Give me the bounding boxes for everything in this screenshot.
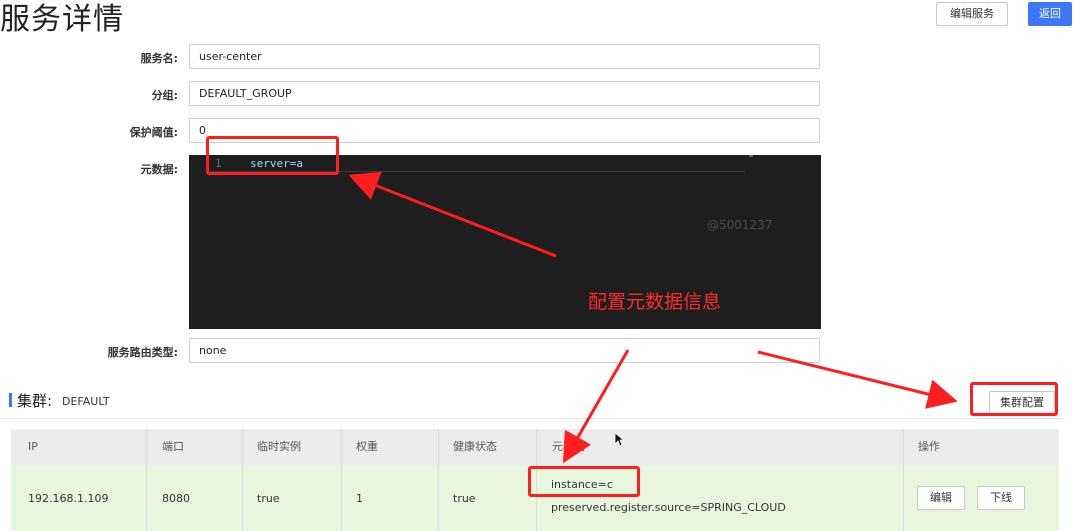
cell-ip: 192.168.1.109 [28,492,109,505]
offline-instance-button[interactable]: 下线 [977,486,1025,510]
header-actions: 操作 [918,440,940,453]
edit-instance-button[interactable]: 编辑 [917,486,965,510]
column-divider [903,429,904,531]
highlight-editor-metadata [206,136,339,175]
threshold-label: 保护阈值: [129,126,178,139]
column-divider [341,429,342,531]
column-divider [438,429,439,531]
service-name-input[interactable]: user-center [189,44,820,69]
service-name-label: 服务名: [140,52,178,65]
column-divider [242,429,243,531]
section-divider [0,418,1063,419]
header-ephemeral: 临时实例 [257,440,301,453]
cell-ephemeral: true [257,492,280,505]
route-type-input[interactable]: none [189,338,820,363]
edit-service-button[interactable]: 编辑服务 [936,2,1008,26]
cluster-name: DEFAULT [62,395,110,408]
annotation-text: 配置元数据信息 [588,291,722,313]
back-button[interactable]: 返回 [1028,2,1072,26]
highlight-cluster-config [970,382,1058,416]
cell-healthy: true [453,492,476,505]
watermark: @5001237 [707,218,773,232]
group-input[interactable]: DEFAULT_GROUP [189,81,820,106]
cell-metadata-line2: preserved.register.source=SPRING_CLOUD [551,501,786,514]
table-header: IP 端口 临时实例 权重 健康状态 元数据 操作 [11,429,1059,465]
page-title: 服务详情 [0,2,124,37]
mouse-cursor-icon [614,432,626,447]
header-port: 端口 [162,440,184,453]
cell-port: 8080 [162,492,190,505]
highlight-instance-metadata [528,466,640,497]
header-health: 健康状态 [453,440,497,453]
section-accent-bar [9,393,12,407]
column-divider [146,429,147,531]
route-type-label: 服务路由类型: [107,346,178,359]
cell-weight: 1 [356,492,363,505]
header-ip: IP [28,440,38,453]
cluster-label: 集群: [17,392,53,410]
editor-scroll-mark [749,155,753,157]
group-label: 分组: [151,89,178,102]
header-weight: 权重 [356,440,378,453]
header-metadata: 元数据 [552,440,585,453]
metadata-label: 元数据: [140,163,178,176]
metadata-editor[interactable]: 1 server=a [189,155,821,329]
